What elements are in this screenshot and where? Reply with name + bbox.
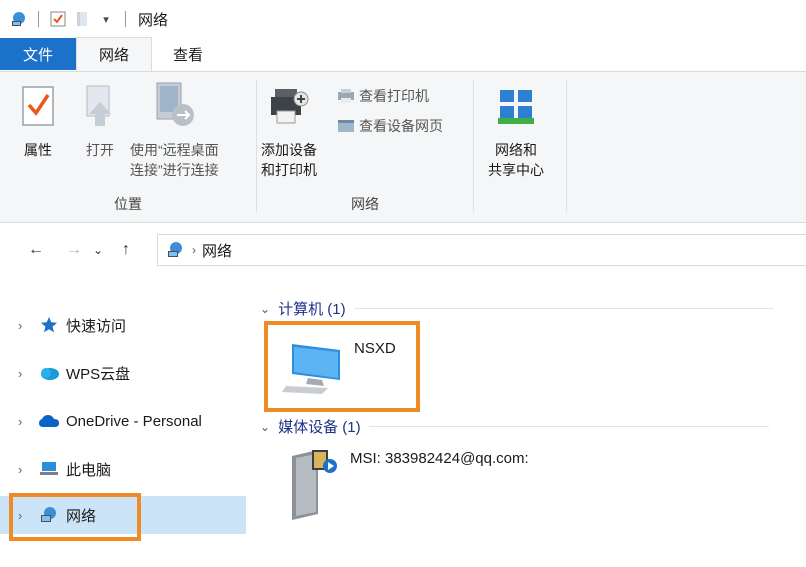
divider <box>368 426 769 427</box>
network-sharing-label-2: 共享中心 <box>488 162 544 178</box>
ribbon-tabs: 文件 网络 查看 <box>0 37 806 71</box>
list-item-media-device[interactable]: MSI: 383982424@qq.com: <box>286 446 529 522</box>
expand-chevron-icon[interactable]: › <box>18 414 38 429</box>
network-sharing-center-icon <box>494 80 538 132</box>
properties-icon <box>16 80 60 132</box>
add-devices-printers-button[interactable]: 添加设备 和打印机 <box>261 80 317 180</box>
up-arrow-icon[interactable]: ↑ <box>112 236 140 264</box>
media-server-icon <box>292 450 337 520</box>
expand-chevron-icon[interactable]: › <box>18 462 38 477</box>
view-printers-icon <box>338 89 354 103</box>
view-device-webpage-button[interactable]: 查看设备网页 <box>337 116 443 136</box>
properties-label: 属性 <box>24 142 52 158</box>
view-device-webpage-icon <box>338 120 354 132</box>
computer-monitor-icon <box>282 344 340 394</box>
collapse-chevron-icon[interactable]: ⌄ <box>260 302 270 316</box>
breadcrumb-network[interactable]: 网络 <box>202 240 232 261</box>
address-bar: ← → ⌄ ↑ › 网络 <box>0 224 806 276</box>
window-title: 网络 <box>138 11 169 29</box>
divider <box>125 11 126 27</box>
group-header-label: 计算机 (1) <box>278 301 346 318</box>
remote-desktop-icon <box>144 80 204 132</box>
remote-desktop-label-2: 连接”进行连接 <box>130 162 219 178</box>
folder-quick-icon[interactable] <box>73 10 91 28</box>
tab-view[interactable]: 查看 <box>152 38 224 71</box>
add-devices-label-2: 和打印机 <box>261 162 317 178</box>
properties-button[interactable]: 属性 <box>16 80 60 160</box>
location-group: 属性 打开 使用“远程桌面 连接”进行连接 位置 <box>0 72 256 222</box>
tab-network[interactable]: 网络 <box>76 37 152 71</box>
nav-item-wps-cloud[interactable]: › WPS云盘 <box>0 354 246 392</box>
open-button[interactable]: 打开 <box>78 80 122 160</box>
divider <box>38 11 39 27</box>
nav-item-this-pc[interactable]: › 此电脑 <box>0 450 246 488</box>
view-printers-label: 查看打印机 <box>359 88 429 104</box>
customize-quick-access-icon[interactable]: ▾ <box>97 10 115 28</box>
item-name: MSI: 383982424@qq.com: <box>350 450 529 467</box>
nav-label: 网络 <box>66 507 97 525</box>
add-devices-label-1: 添加设备 <box>261 142 317 158</box>
expand-chevron-icon[interactable]: › <box>18 508 38 523</box>
nav-label: 此电脑 <box>66 461 112 479</box>
forward-arrow-icon[interactable]: → <box>60 236 88 264</box>
tab-file[interactable]: 文件 <box>0 38 76 70</box>
onedrive-cloud-icon <box>38 411 60 431</box>
group-header-label: 媒体设备 (1) <box>278 419 361 436</box>
sharing-group: 网络和 共享中心 <box>474 72 566 222</box>
group-header-media-devices[interactable]: ⌄ 媒体设备 (1) <box>260 416 769 437</box>
remote-desktop-label-1: 使用“远程桌面 <box>130 142 219 158</box>
open-label: 打开 <box>86 142 114 158</box>
view-device-webpage-label: 查看设备网页 <box>359 118 443 134</box>
network-icon <box>10 10 28 28</box>
star-icon <box>38 315 60 335</box>
remote-desktop-button[interactable]: 使用“远程桌面 连接”进行连接 <box>130 80 219 180</box>
nav-label: WPS云盘 <box>66 365 131 383</box>
network-group: 添加设备 和打印机 查看打印机 查看设备网页 网络 <box>257 72 473 222</box>
location-group-label: 位置 <box>114 196 142 212</box>
title-bar: ▾ 网络 <box>0 0 806 38</box>
expand-chevron-icon[interactable]: › <box>18 318 38 333</box>
nav-label: 快速访问 <box>66 317 127 335</box>
divider <box>353 308 774 309</box>
open-icon <box>78 80 122 132</box>
network-icon <box>168 242 182 257</box>
nav-item-quick-access[interactable]: › 快速访问 <box>0 306 246 344</box>
ribbon: 属性 打开 使用“远程桌面 连接”进行连接 位置 添加设备 和打印机 查看打印机… <box>0 71 806 223</box>
list-item-computer[interactable]: NSXD <box>282 336 396 396</box>
nav-label: OneDrive - Personal <box>66 412 202 430</box>
view-printers-button[interactable]: 查看打印机 <box>337 86 429 106</box>
cloud-icon <box>38 363 60 383</box>
network-group-label: 网络 <box>351 196 379 212</box>
nav-item-network[interactable]: › 网络 <box>0 496 246 534</box>
network-icon <box>38 505 60 525</box>
nav-item-onedrive[interactable]: › OneDrive - Personal <box>0 402 246 440</box>
navigation-pane: › 快速访问 › WPS云盘 › OneDrive - Personal › 此… <box>0 286 246 567</box>
back-arrow-icon[interactable]: ← <box>22 236 50 264</box>
breadcrumb-chevron-icon: › <box>192 243 196 257</box>
recent-locations-chevron-icon[interactable]: ⌄ <box>88 236 108 264</box>
network-sharing-label-1: 网络和 <box>495 142 537 158</box>
printer-icon <box>267 80 311 132</box>
collapse-chevron-icon[interactable]: ⌄ <box>260 420 270 434</box>
network-sharing-center-button[interactable]: 网络和 共享中心 <box>488 80 544 180</box>
properties-quick-icon[interactable] <box>49 10 67 28</box>
divider <box>566 80 567 212</box>
group-header-computers[interactable]: ⌄ 计算机 (1) <box>260 298 774 319</box>
expand-chevron-icon[interactable]: › <box>18 366 38 381</box>
computer-icon <box>38 459 60 479</box>
item-name: NSXD <box>354 340 396 357</box>
breadcrumb[interactable]: › 网络 <box>157 234 806 266</box>
content-pane: ⌄ 计算机 (1) NSXD ⌄ 媒体设备 (1) MSI: 383982424… <box>248 286 806 567</box>
